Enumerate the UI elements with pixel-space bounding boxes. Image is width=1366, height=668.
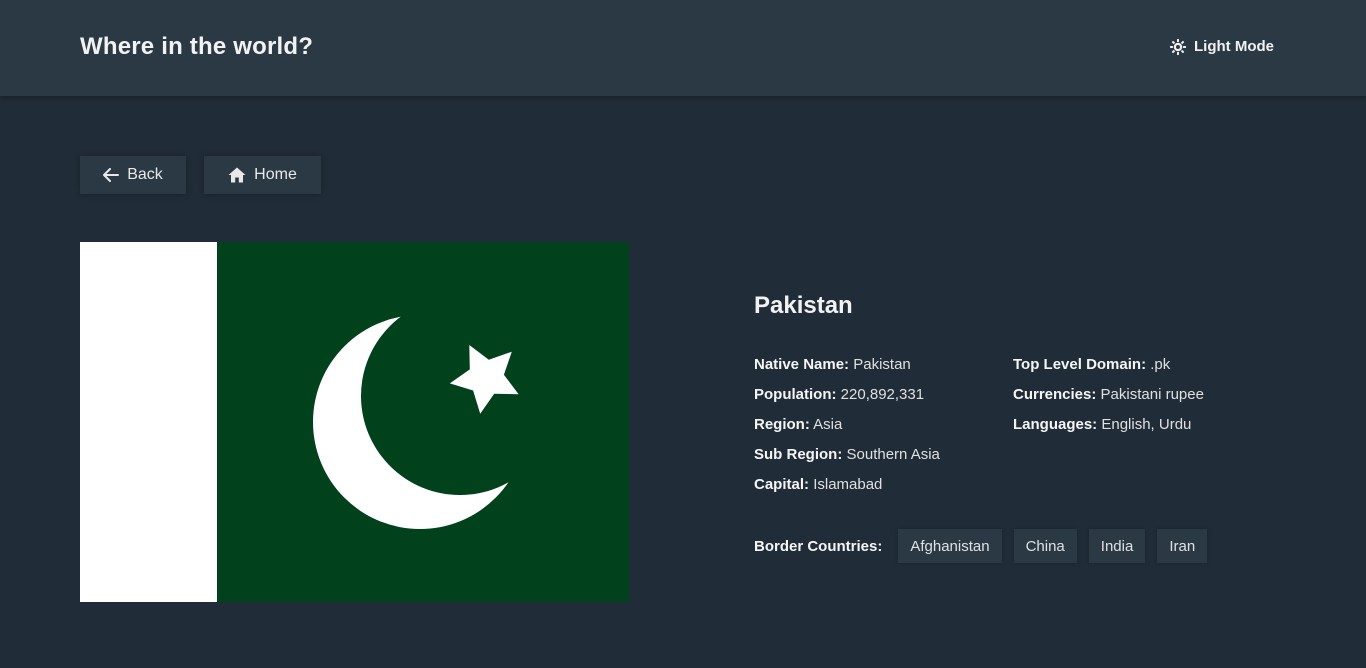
app-header: Where in the world? Light Mode xyxy=(0,0,1366,96)
detail-label: Sub Region: xyxy=(754,446,843,463)
detail-top-level-domain: Top Level Domain: .pk xyxy=(1013,356,1204,386)
details-secondary: Top Level Domain: .pk Currencies: Pakist… xyxy=(1013,356,1204,446)
home-button[interactable]: Home xyxy=(204,156,321,194)
border-country-button[interactable]: Afghanistan xyxy=(898,529,1002,563)
detail-capital: Capital: Islamabad xyxy=(754,476,940,506)
sun-icon xyxy=(1170,38,1187,55)
country-flag xyxy=(80,242,629,602)
detail-label: Region: xyxy=(754,416,810,433)
detail-languages: Languages: English, Urdu xyxy=(1013,416,1204,446)
site-title: Where in the world? xyxy=(80,33,314,60)
border-country-button[interactable]: China xyxy=(1013,529,1077,563)
detail-label: Languages: xyxy=(1013,416,1098,433)
back-button-label: Back xyxy=(127,166,163,183)
detail-sub-region: Sub Region: Southern Asia xyxy=(754,446,940,476)
border-country-button[interactable]: Iran xyxy=(1157,529,1208,563)
theme-toggle-button[interactable]: Light Mode xyxy=(1170,38,1274,55)
country-name: Pakistan xyxy=(754,292,853,319)
detail-label: Population: xyxy=(754,386,837,403)
detail-value: 220,892,331 xyxy=(840,386,925,403)
detail-population: Population: 220,892,331 xyxy=(754,386,940,416)
detail-label: Top Level Domain: xyxy=(1013,356,1147,373)
detail-native-name: Native Name: Pakistan xyxy=(754,356,940,386)
home-icon xyxy=(228,167,246,183)
details-primary: Native Name: Pakistan Population: 220,89… xyxy=(754,356,940,506)
detail-value: English, Urdu xyxy=(1101,416,1192,433)
detail-value: .pk xyxy=(1150,356,1171,373)
border-country-button[interactable]: India xyxy=(1088,529,1146,563)
theme-toggle-label: Light Mode xyxy=(1194,38,1274,55)
detail-value: Southern Asia xyxy=(846,446,940,463)
detail-label: Capital: xyxy=(754,476,810,493)
detail-currencies: Currencies: Pakistani rupee xyxy=(1013,386,1204,416)
detail-label: Native Name: xyxy=(754,356,850,373)
border-countries-label: Border Countries: xyxy=(754,537,883,555)
detail-region: Region: Asia xyxy=(754,416,940,446)
detail-value: Pakistani rupee xyxy=(1100,386,1204,403)
border-countries: Border Countries: Afghanistan China Indi… xyxy=(754,529,1219,563)
detail-value: Asia xyxy=(813,416,843,433)
home-button-label: Home xyxy=(254,166,297,183)
detail-value: Pakistan xyxy=(853,356,911,373)
back-button[interactable]: Back xyxy=(80,156,186,194)
arrow-left-icon xyxy=(103,168,120,182)
detail-label: Currencies: xyxy=(1013,386,1097,403)
detail-value: Islamabad xyxy=(813,476,883,493)
